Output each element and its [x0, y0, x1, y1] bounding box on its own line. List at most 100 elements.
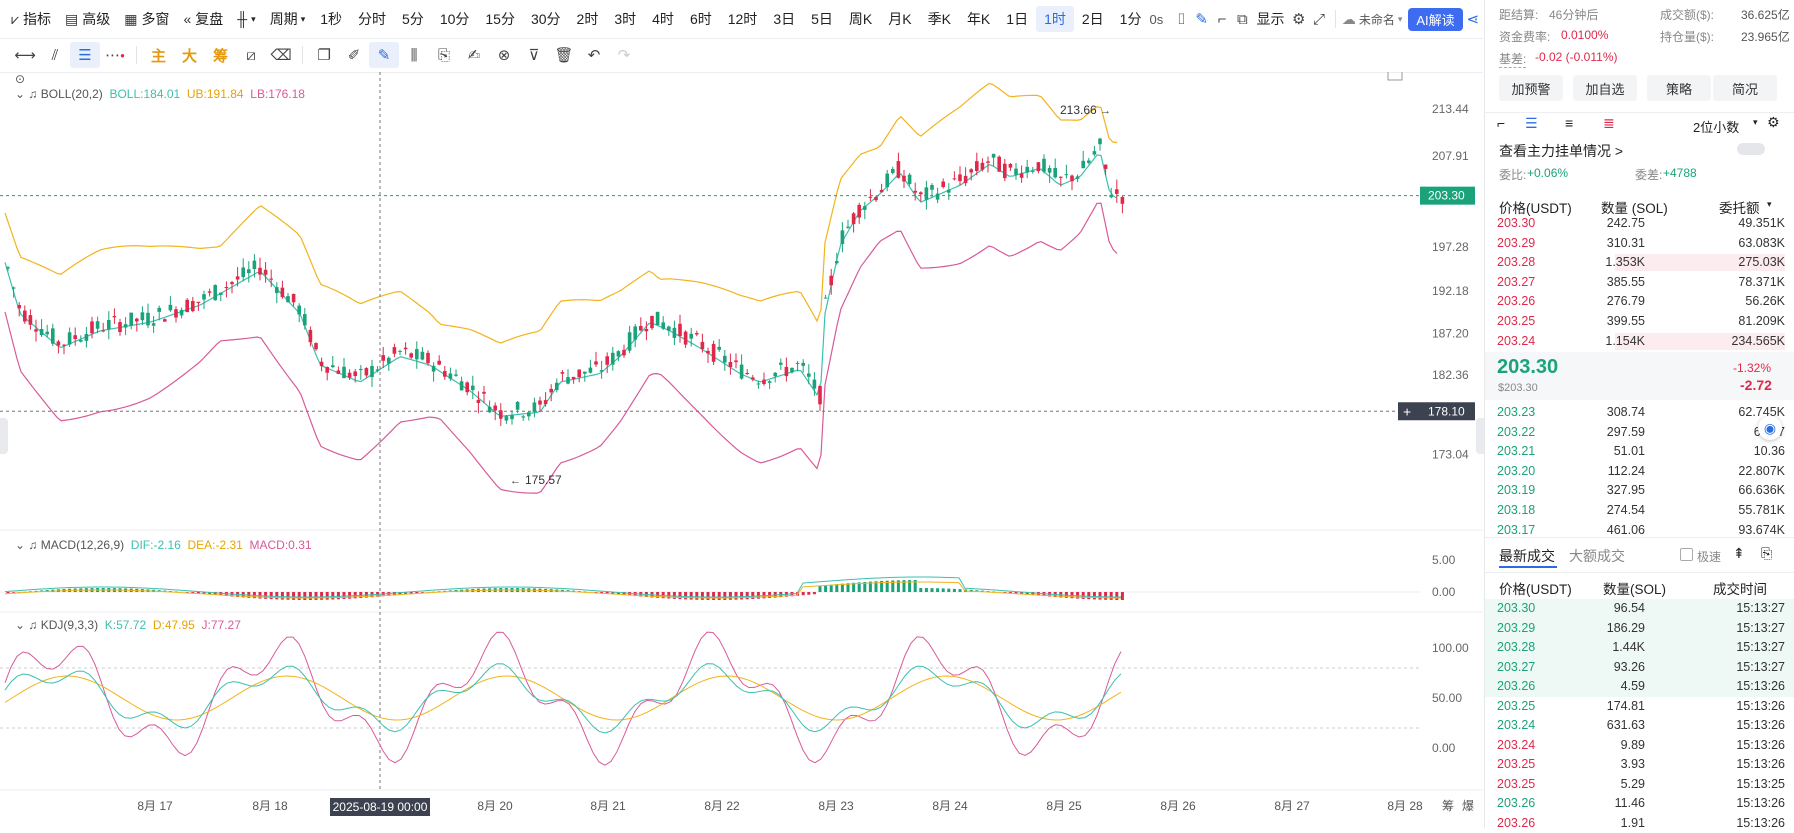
more-icon[interactable]: ⋯●: [100, 42, 130, 68]
strategy-big[interactable]: 大: [182, 45, 197, 66]
period-2[interactable]: 5分: [394, 6, 432, 32]
ruler-icon[interactable]: ✐: [339, 42, 369, 68]
replay-button[interactable]: «复盘: [176, 6, 230, 32]
redo-icon[interactable]: ↷: [609, 42, 639, 68]
advanced-button[interactable]: ▤高级: [58, 6, 117, 32]
chevron-icon[interactable]: ⌄: [15, 618, 25, 632]
period-11[interactable]: 3日: [765, 6, 803, 32]
overview-button[interactable]: 简况: [1713, 75, 1777, 101]
period-12[interactable]: 5日: [803, 6, 841, 32]
period-3[interactable]: 10分: [432, 6, 478, 32]
chevron-icon[interactable]: ⌄: [15, 538, 25, 552]
ask-row[interactable]: 203.29310.3163.083K: [1485, 234, 1794, 254]
bell-icon[interactable]: ♫: [28, 87, 37, 101]
collapse-toggle-icon[interactable]: ⊙: [15, 72, 25, 86]
ask-row[interactable]: 203.25399.5581.209K: [1485, 312, 1794, 332]
assistant-icon[interactable]: ◉: [1758, 416, 1782, 440]
ai-interpret-button[interactable]: AI解读: [1408, 8, 1462, 31]
layers-icon[interactable]: ⧉: [1232, 6, 1252, 32]
ask-row[interactable]: 203.27385.5578.371K: [1485, 273, 1794, 293]
filter-icon[interactable]: ⊽: [519, 42, 549, 68]
bid-row[interactable]: 203.2151.0110.36: [1485, 442, 1794, 462]
brush-icon[interactable]: ✎: [369, 42, 399, 68]
period-18[interactable]: 1时: [1036, 6, 1074, 32]
layout-icon[interactable]: ⌐: [1212, 6, 1232, 32]
period-15[interactable]: 季K: [920, 6, 959, 32]
strategy-chips[interactable]: 筹: [213, 45, 228, 66]
add-alert-button[interactable]: 加预警: [1499, 75, 1563, 101]
bid-row[interactable]: 203.18274.5455.781K: [1485, 501, 1794, 521]
bell-icon[interactable]: ♫: [28, 618, 37, 632]
trash-icon[interactable]: 🗑: [549, 42, 579, 68]
period-8[interactable]: 4时: [644, 6, 682, 32]
copy-icon[interactable]: ❐: [309, 42, 339, 68]
compare-icon[interactable]: ⧄: [236, 42, 266, 68]
parallel-lines-icon[interactable]: ☰: [70, 42, 100, 68]
ask-row[interactable]: 203.241.154K234.565K: [1485, 332, 1794, 352]
bell-icon[interactable]: ♫: [28, 538, 37, 552]
period-7[interactable]: 3时: [606, 6, 644, 32]
bid-row[interactable]: 203.20112.2422.807K: [1485, 462, 1794, 482]
book-both-icon[interactable]: ⌐: [1497, 115, 1505, 131]
copy-icon[interactable]: ⎘: [1761, 545, 1772, 562]
add-watchlist-button[interactable]: 加自选: [1573, 75, 1637, 101]
fast-checkbox[interactable]: [1680, 548, 1693, 561]
period-dropdown[interactable]: 周期▾: [263, 6, 313, 32]
fullscreen-icon[interactable]: ⤢: [1309, 6, 1329, 32]
bar-pattern-icon[interactable]: ⫼: [399, 42, 429, 68]
undo-icon[interactable]: ↶: [579, 42, 609, 68]
eraser-icon[interactable]: ⌫: [266, 42, 296, 68]
bid-row[interactable]: 203.23308.7462.745K: [1485, 403, 1794, 423]
period-1[interactable]: 分时: [350, 6, 394, 32]
book-list-icon[interactable]: ≡: [1565, 115, 1573, 131]
chart-type-button[interactable]: ╫▾: [230, 6, 262, 32]
share-icon[interactable]: ⋖: [1463, 6, 1483, 32]
left-collapse-handle[interactable]: [0, 418, 8, 454]
tab-latest-trades[interactable]: 最新成交: [1499, 546, 1555, 566]
strategy-main[interactable]: 主: [151, 45, 166, 66]
magnet-icon[interactable]: ⊗: [489, 42, 519, 68]
layout-name[interactable]: 未命名: [1359, 11, 1395, 28]
horizontal-line-icon[interactable]: ⟷: [10, 42, 40, 68]
clipboard-icon[interactable]: ⎘: [429, 42, 459, 68]
display-button[interactable]: 显示: [1257, 9, 1285, 29]
bid-row[interactable]: 203.22297.5960.47: [1485, 423, 1794, 443]
decimals-dropdown[interactable]: 2位小数: [1693, 117, 1739, 136]
period-4[interactable]: 15分: [477, 6, 523, 32]
pen-icon[interactable]: ✎: [1192, 6, 1212, 32]
candle-body: [6, 267, 10, 268]
period-14[interactable]: 月K: [880, 6, 919, 32]
settings-icon[interactable]: ⚙: [1767, 114, 1780, 131]
period-10[interactable]: 12时: [720, 6, 766, 32]
multi-window-button[interactable]: ▦多窗: [117, 6, 176, 32]
camera-icon[interactable]: ⌷: [1171, 6, 1191, 32]
right-collapse-handle[interactable]: [1476, 418, 1484, 454]
period-16[interactable]: 年K: [959, 6, 998, 32]
period-20[interactable]: 1分: [1112, 6, 1150, 32]
period-5[interactable]: 30分: [523, 6, 569, 32]
tab-big-trades[interactable]: 大额成交: [1569, 546, 1625, 566]
book-asks-icon[interactable]: ≣: [1603, 115, 1615, 132]
chevron-icon[interactable]: ⌄: [15, 87, 25, 101]
trend-line-icon[interactable]: ⫽: [40, 42, 70, 68]
bid-row[interactable]: 203.19327.9566.636K: [1485, 481, 1794, 501]
period-19[interactable]: 2日: [1074, 6, 1112, 32]
ask-row[interactable]: 203.26276.7956.26K: [1485, 292, 1794, 312]
chart-area[interactable]: 213.44207.91197.28192.18187.20182.36173.…: [0, 72, 1483, 828]
period-13[interactable]: 周K: [841, 6, 880, 32]
strategy-button[interactable]: 策略: [1647, 75, 1711, 101]
ask-row[interactable]: 203.281.353K275.03K: [1485, 253, 1794, 273]
list-settings-icon[interactable]: ⇞: [1733, 545, 1745, 562]
ask-row[interactable]: 203.30242.7549.351K: [1485, 214, 1794, 234]
kline-chart[interactable]: 213.44207.91197.28192.18187.20182.36173.…: [0, 72, 1483, 828]
edit-box-icon[interactable]: ✍: [459, 42, 489, 68]
mainforce-link[interactable]: 查看主力挂单情况 >: [1499, 141, 1623, 161]
period-17[interactable]: 1日: [998, 6, 1036, 32]
indicator-button[interactable]: ⩗指标: [4, 6, 58, 32]
period-6[interactable]: 2时: [569, 6, 607, 32]
book-mixed-icon[interactable]: ☰: [1525, 115, 1538, 132]
settings-icon[interactable]: ⚙: [1289, 6, 1309, 32]
period-0[interactable]: 1秒: [312, 6, 350, 32]
period-9[interactable]: 6时: [682, 6, 720, 32]
mainforce-toggle[interactable]: [1737, 143, 1765, 155]
